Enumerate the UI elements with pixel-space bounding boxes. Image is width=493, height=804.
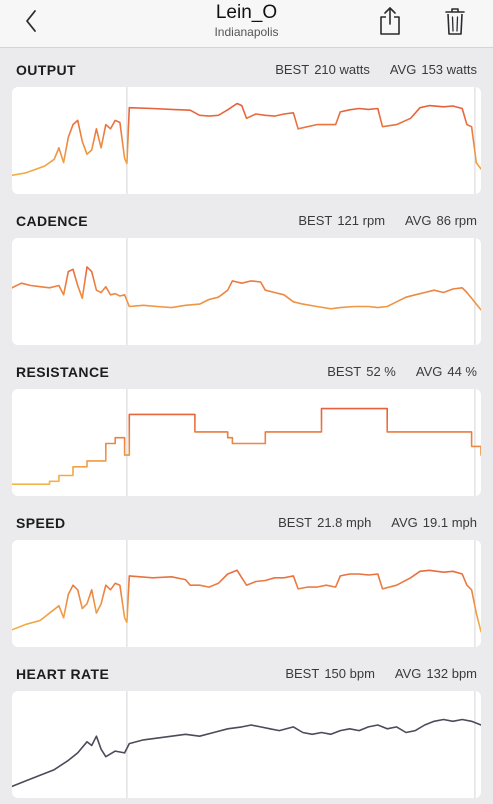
heart-rate-chart [12, 691, 481, 798]
best-label: BEST [327, 364, 362, 379]
cadence-series-line [12, 266, 481, 311]
section-header: HEART RATE BEST 150 bpm AVG 132 bpm [0, 653, 493, 691]
heart_rate-series-line [12, 718, 481, 788]
best-label: BEST [275, 62, 310, 77]
avg-value: 44 % [447, 364, 477, 379]
avg-label: AVG [391, 515, 418, 530]
section-title: RESISTANCE [16, 364, 110, 380]
page-subtitle: Indianapolis [214, 25, 279, 39]
section-output: OUTPUT BEST 210 watts AVG 153 watts [0, 49, 493, 200]
speed-series-line [12, 569, 481, 633]
speed-chart [12, 540, 481, 647]
section-title: SPEED [16, 515, 66, 531]
section-heart-rate: HEART RATE BEST 150 bpm AVG 132 bpm [0, 653, 493, 804]
output-chart-svg [12, 87, 481, 194]
section-header: OUTPUT BEST 210 watts AVG 153 watts [0, 49, 493, 87]
avg-value: 86 rpm [436, 213, 477, 228]
avg-label: AVG [389, 62, 417, 77]
cadence-chart-svg [12, 238, 481, 345]
resistance-chart [12, 389, 481, 496]
share-button[interactable] [375, 5, 405, 37]
output-chart [12, 87, 481, 194]
resistance-series-line [12, 407, 481, 485]
best-label: BEST [298, 213, 333, 228]
avg-value: 132 bpm [426, 666, 477, 681]
title-block: Lein_O Indianapolis [0, 2, 493, 40]
section-title: HEART RATE [16, 666, 110, 682]
delete-button[interactable] [440, 5, 470, 37]
avg-label: AVG [405, 213, 432, 228]
section-resistance: RESISTANCE BEST 52 % AVG 44 % [0, 351, 493, 502]
stats-summary: BEST 121 rpm AVG 86 rpm [298, 213, 477, 228]
speed-chart-svg [12, 540, 481, 647]
best-value: 52 % [366, 364, 396, 379]
heart-rate-chart-svg [12, 691, 481, 798]
section-speed: SPEED BEST 21.8 mph AVG 19.1 mph [0, 502, 493, 653]
best-label: BEST [278, 515, 313, 530]
stats-summary: BEST 210 watts AVG 153 watts [275, 62, 477, 77]
resistance-chart-svg [12, 389, 481, 496]
cadence-chart [12, 238, 481, 345]
best-value: 210 watts [314, 62, 370, 77]
stats-summary: BEST 21.8 mph AVG 19.1 mph [278, 515, 477, 530]
share-icon [380, 7, 400, 35]
nav-header: Lein_O Indianapolis [0, 0, 493, 48]
section-header: CADENCE BEST 121 rpm AVG 86 rpm [0, 200, 493, 238]
avg-value: 19.1 mph [422, 515, 477, 530]
section-header: SPEED BEST 21.8 mph AVG 19.1 mph [0, 502, 493, 540]
best-label: BEST [285, 666, 320, 681]
trash-icon [445, 8, 465, 35]
stats-summary: BEST 52 % AVG 44 % [327, 364, 477, 379]
best-value: 21.8 mph [317, 515, 372, 530]
avg-value: 153 watts [421, 62, 477, 77]
section-title: CADENCE [16, 213, 89, 229]
section-title: OUTPUT [16, 62, 76, 78]
avg-label: AVG [415, 364, 443, 379]
best-value: 150 bpm [324, 666, 375, 681]
stats-summary: BEST 150 bpm AVG 132 bpm [285, 666, 477, 681]
avg-label: AVG [394, 666, 422, 681]
section-cadence: CADENCE BEST 121 rpm AVG 86 rpm [0, 200, 493, 351]
best-value: 121 rpm [337, 213, 386, 228]
page-title: Lein_O [215, 2, 278, 23]
section-header: RESISTANCE BEST 52 % AVG 44 % [0, 351, 493, 389]
output-series-line [12, 102, 481, 177]
